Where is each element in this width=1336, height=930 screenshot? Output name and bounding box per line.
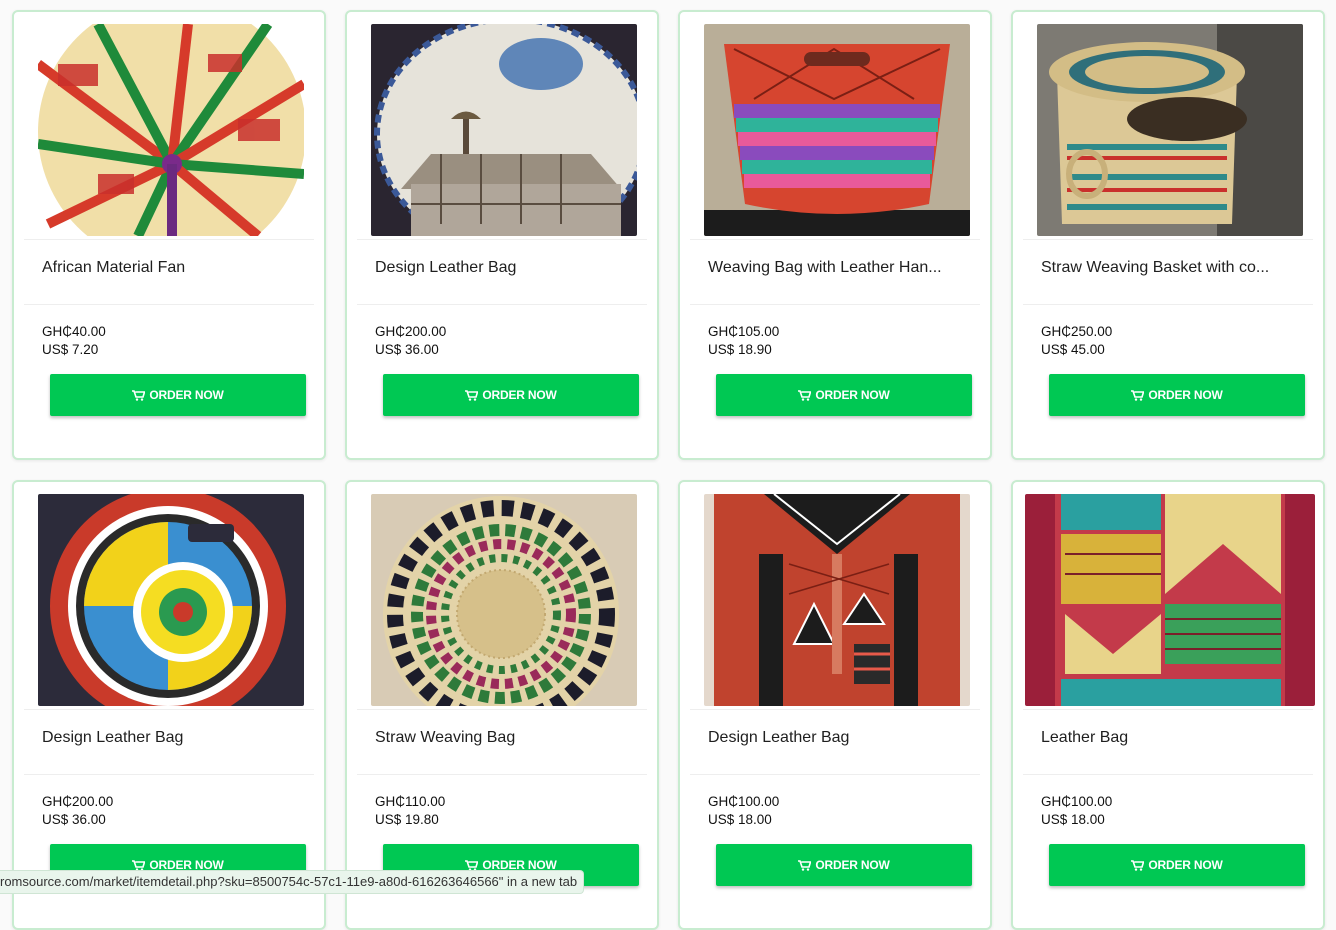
product-card[interactable]: Leather Bag GH₵100.00 US$ 18.00 ORDER NO… [1011, 480, 1325, 930]
divider [24, 774, 314, 775]
order-now-button[interactable]: ORDER NOW [1049, 374, 1305, 416]
product-card[interactable]: Design Leather Bag GH₵100.00 US$ 18.00 O… [678, 480, 992, 930]
divider [357, 774, 647, 775]
price-usd: US$ 18.00 [1041, 812, 1105, 827]
order-now-button[interactable]: ORDER NOW [383, 374, 639, 416]
product-card[interactable]: African Material Fan GH₵40.00 US$ 7.20 O… [12, 10, 326, 460]
product-card[interactable]: Straw Weaving Basket with co... GH₵250.0… [1011, 10, 1325, 460]
product-title[interactable]: Leather Bag [1041, 728, 1293, 748]
link-status-bar: romsource.com/market/itemdetail.php?sku=… [0, 870, 585, 894]
product-image[interactable] [371, 24, 637, 236]
product-grid: African Material Fan GH₵40.00 US$ 7.20 O… [0, 0, 1336, 930]
price-usd: US$ 18.00 [708, 812, 772, 827]
price-ghs: GH₵200.00 [42, 794, 114, 809]
divider [1023, 239, 1313, 240]
product-prices: GH₵200.00 US$ 36.00 [42, 793, 113, 829]
price-ghs: GH₵110.00 [375, 794, 446, 809]
divider [690, 774, 980, 775]
divider [1023, 709, 1313, 710]
product-card[interactable]: Weaving Bag with Leather Han... GH₵105.0… [678, 10, 992, 460]
order-now-label: ORDER NOW [149, 388, 224, 402]
product-prices: GH₵200.00 US$ 36.00 [375, 323, 446, 359]
order-now-button[interactable]: ORDER NOW [50, 374, 306, 416]
cart-icon [798, 859, 812, 871]
product-image[interactable] [38, 24, 304, 236]
price-usd: US$ 36.00 [375, 342, 439, 357]
divider [1023, 304, 1313, 305]
cart-icon [132, 859, 146, 871]
price-usd: US$ 7.20 [42, 342, 99, 357]
order-now-button[interactable]: ORDER NOW [1049, 844, 1305, 886]
order-now-button[interactable]: ORDER NOW [716, 844, 972, 886]
product-title[interactable]: Straw Weaving Bag [375, 728, 627, 748]
price-ghs: GH₵40.00 [42, 324, 106, 339]
price-ghs: GH₵100.00 [708, 794, 780, 809]
price-usd: US$ 45.00 [1041, 342, 1105, 357]
divider [690, 239, 980, 240]
product-card[interactable]: Design Leather Bag GH₵200.00 US$ 36.00 O… [345, 10, 659, 460]
product-prices: GH₵250.00 US$ 45.00 [1041, 323, 1112, 359]
divider [690, 304, 980, 305]
product-title[interactable]: Weaving Bag with Leather Han... [708, 258, 960, 278]
product-image[interactable] [38, 494, 304, 706]
product-prices: GH₵105.00 US$ 18.90 [708, 323, 779, 359]
product-title[interactable]: African Material Fan [42, 258, 294, 278]
product-prices: GH₵100.00 US$ 18.00 [708, 793, 779, 829]
product-prices: GH₵100.00 US$ 18.00 [1041, 793, 1112, 829]
order-now-label: ORDER NOW [1148, 388, 1223, 402]
divider [24, 239, 314, 240]
order-now-label: ORDER NOW [1148, 858, 1223, 872]
price-ghs: GH₵105.00 [708, 324, 780, 339]
cart-icon [798, 389, 812, 401]
price-ghs: GH₵200.00 [375, 324, 447, 339]
product-title[interactable]: Straw Weaving Basket with co... [1041, 258, 1293, 278]
product-image[interactable] [704, 494, 970, 706]
price-ghs: GH₵250.00 [1041, 324, 1113, 339]
product-title[interactable]: Design Leather Bag [42, 728, 294, 748]
divider [1023, 774, 1313, 775]
product-title[interactable]: Design Leather Bag [375, 258, 627, 278]
product-image[interactable] [1025, 494, 1315, 706]
product-prices: GH₵110.00 US$ 19.80 [375, 793, 445, 829]
price-usd: US$ 19.80 [375, 812, 439, 827]
product-card[interactable]: Straw Weaving Bag GH₵110.00 US$ 19.80 OR… [345, 480, 659, 930]
divider [690, 709, 980, 710]
product-image[interactable] [371, 494, 637, 706]
order-now-label: ORDER NOW [482, 388, 557, 402]
divider [24, 304, 314, 305]
product-image[interactable] [704, 24, 970, 236]
product-title[interactable]: Design Leather Bag [708, 728, 960, 748]
product-card[interactable]: Design Leather Bag GH₵200.00 US$ 36.00 O… [12, 480, 326, 930]
divider [24, 709, 314, 710]
price-ghs: GH₵100.00 [1041, 794, 1113, 809]
cart-icon [465, 389, 479, 401]
divider [357, 304, 647, 305]
product-prices: GH₵40.00 US$ 7.20 [42, 323, 106, 359]
order-now-label: ORDER NOW [815, 388, 890, 402]
divider [357, 239, 647, 240]
cart-icon [132, 389, 146, 401]
divider [357, 709, 647, 710]
cart-icon [465, 859, 479, 871]
price-usd: US$ 36.00 [42, 812, 106, 827]
price-usd: US$ 18.90 [708, 342, 772, 357]
cart-icon [1131, 859, 1145, 871]
cart-icon [1131, 389, 1145, 401]
order-now-label: ORDER NOW [815, 858, 890, 872]
product-image[interactable] [1037, 24, 1303, 236]
order-now-button[interactable]: ORDER NOW [716, 374, 972, 416]
